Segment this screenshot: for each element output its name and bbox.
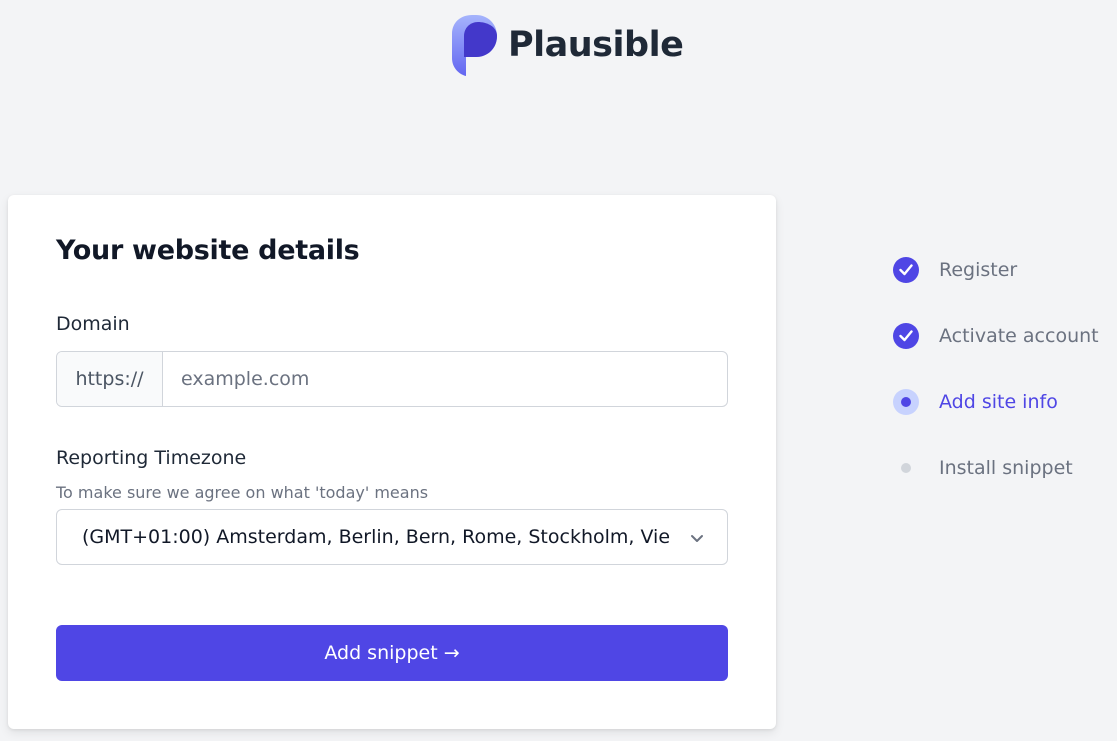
onboarding-steps: Register Activate account Add site info …	[892, 256, 1099, 520]
logo[interactable]: Plausible	[450, 14, 684, 76]
site-details-card: Your website details Domain https:// Rep…	[8, 195, 776, 729]
step-label: Add site info	[939, 391, 1058, 413]
domain-prefix: https://	[57, 352, 163, 406]
timezone-select[interactable]: (GMT+01:00) Amsterdam, Berlin, Bern, Rom…	[56, 509, 728, 565]
chevron-down-icon	[691, 535, 703, 542]
domain-field-group: https://	[56, 351, 728, 407]
timezone-selected-value: (GMT+01:00) Amsterdam, Berlin, Bern, Rom…	[82, 526, 670, 548]
card-title: Your website details	[56, 235, 360, 266]
check-icon	[892, 322, 920, 350]
plausible-logo-icon	[452, 15, 497, 76]
step-activate-account: Activate account	[892, 322, 1099, 388]
step-label: Register	[939, 259, 1018, 281]
upcoming-step-icon	[892, 454, 920, 482]
brand-name: Plausible	[508, 24, 684, 65]
check-icon	[892, 256, 920, 284]
step-install-snippet: Install snippet	[892, 454, 1099, 520]
timezone-help-text: To make sure we agree on what 'today' me…	[56, 483, 429, 502]
timezone-label: Reporting Timezone	[56, 447, 247, 469]
step-label: Activate account	[939, 325, 1099, 347]
step-label: Install snippet	[939, 457, 1073, 479]
step-register: Register	[892, 256, 1099, 322]
domain-label: Domain	[56, 313, 130, 335]
step-add-site-info: Add site info	[892, 388, 1099, 454]
domain-input[interactable]	[163, 352, 727, 406]
add-snippet-button[interactable]: Add snippet →	[56, 625, 728, 681]
current-step-icon	[892, 388, 920, 416]
